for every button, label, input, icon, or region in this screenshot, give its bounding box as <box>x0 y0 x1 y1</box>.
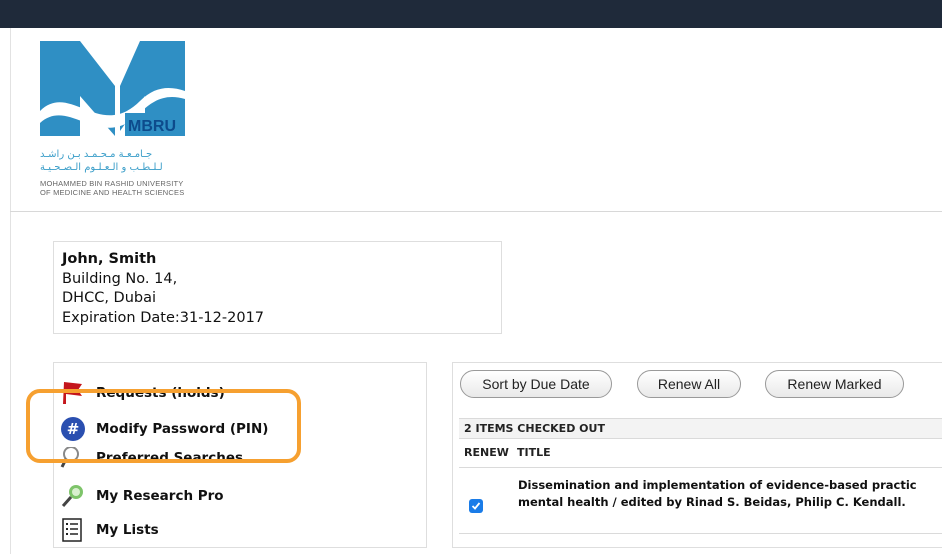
menu-item-label: My Research Pro <box>96 488 224 504</box>
highlight-annotation <box>26 389 301 463</box>
patron-address-line1: Building No. 14, <box>62 270 178 287</box>
patron-name: John, Smith <box>62 251 157 267</box>
table-row-title[interactable]: Dissemination and implementation of evid… <box>518 477 942 511</box>
logo-arabic-text: جـامـعـة مـحـمـد بـن راشـد لـلـطـب و الـ… <box>40 148 163 174</box>
sort-by-due-date-button[interactable]: Sort by Due Date <box>460 370 612 398</box>
header-divider <box>10 211 942 212</box>
table-row-divider <box>459 533 942 534</box>
column-header-renew: RENEW <box>464 446 509 459</box>
patron-address-line2: DHCC, Dubai <box>62 290 157 306</box>
logo-english-line2: OF MEDICINE AND HEALTH SCIENCES <box>40 188 185 197</box>
title-line2: mental health / edited by Rinad S. Beida… <box>518 495 906 509</box>
logo-english-line1: MOHAMMED BIN RASHID UNIVERSITY <box>40 179 184 188</box>
title-line1: Dissemination and implementation of evid… <box>518 478 917 492</box>
column-header-title: TITLE <box>517 446 551 459</box>
items-checked-out-summary: 2 ITEMS CHECKED OUT <box>459 418 942 439</box>
checkmark-icon <box>471 502 481 510</box>
renew-all-button[interactable]: Renew All <box>637 370 741 398</box>
patron-info-box: John, Smith Building No. 14, DHCC, Dubai… <box>53 241 502 334</box>
top-bar <box>0 0 942 28</box>
logo-english-text: MOHAMMED BIN RASHID UNIVERSITY OF MEDICI… <box>40 179 184 197</box>
menu-item-label: My Lists <box>96 522 159 538</box>
research-icon <box>60 483 86 509</box>
logo-arabic-line1: جـامـعـة مـحـمـد بـن راشـد <box>40 149 153 160</box>
menu-item-my-lists[interactable]: My Lists <box>60 515 159 545</box>
list-icon <box>60 517 86 543</box>
table-header-divider <box>459 467 942 468</box>
renew-marked-button[interactable]: Renew Marked <box>765 370 904 398</box>
menu-item-my-research-pro[interactable]: My Research Pro <box>60 481 224 511</box>
logo-text: MBRU <box>128 118 176 135</box>
logo-arabic-line2: لـلـطـب و الـعـلـوم الـصـحـيـة <box>40 162 163 173</box>
patron-expiration: Expiration Date:31-12-2017 <box>62 309 265 326</box>
renew-checkbox[interactable] <box>469 499 483 513</box>
